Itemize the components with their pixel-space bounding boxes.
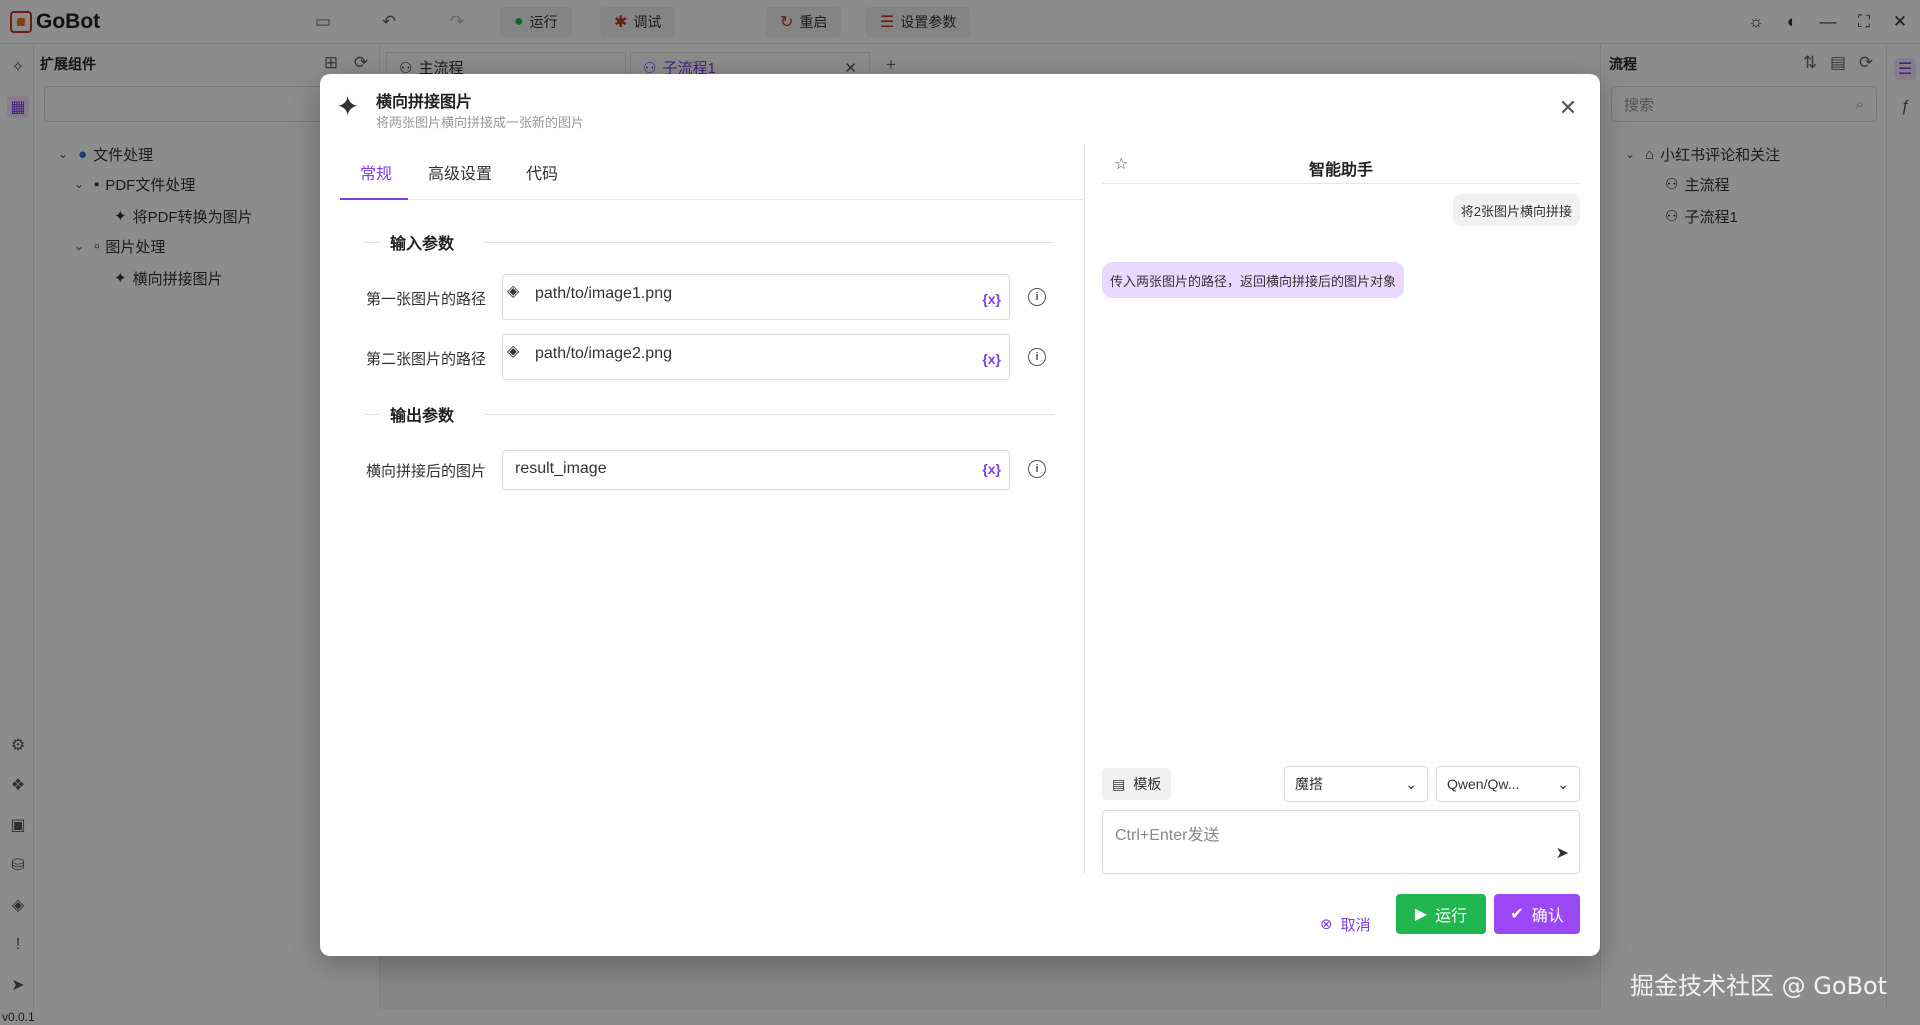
tab-general[interactable]: 常规 [360, 160, 392, 184]
close-icon[interactable]: ✕ [1556, 95, 1580, 120]
template-button[interactable]: ▤ 模板 [1102, 768, 1172, 800]
field-label-image2: 第二张图片的路径 [366, 351, 487, 368]
smart-assistant-panel: ☆ 智能助手 将2张图片横向拼接 传入两张图片的路径，返回横向拼接后的图片对象 … [1102, 144, 1580, 874]
image1-path-input[interactable]: ◈ path/to/image1.png {x} [502, 274, 1010, 320]
variable-button[interactable]: {x} [982, 291, 1001, 307]
variable-button[interactable]: {x} [982, 351, 1001, 367]
active-tab-indicator [340, 198, 408, 200]
input-params-section: 输入参数 [364, 230, 1054, 254]
assistant-message: 传入两张图片的路径，返回横向拼接后的图片对象 [1102, 262, 1405, 298]
provider-value: 魔搭 [1295, 776, 1323, 792]
chevron-down-icon: ⌄ [1405, 775, 1417, 792]
dialog-tabs: 常规 高级设置 代码 [340, 144, 1084, 200]
confirm-button[interactable]: ✔ 确认 [1494, 894, 1580, 934]
template-icon: ▤ [1112, 775, 1126, 792]
vertical-divider [1084, 144, 1085, 874]
field-value: path/to/image1.png [535, 285, 672, 302]
component-config-dialog: ✦ 横向拼接图片 将两张图片横向拼接成一张新的图片 ✕ 常规 高级设置 代码 输… [320, 74, 1600, 956]
dialog-title: 横向拼接图片 [376, 94, 473, 111]
run-label: 运行 [1435, 908, 1468, 925]
chevron-down-icon: ⌄ [1557, 775, 1569, 792]
play-icon: ▶ [1414, 906, 1428, 923]
output-params-section: 输出参数 [364, 402, 1054, 426]
section-title: 输出参数 [390, 408, 455, 425]
cancel-button[interactable]: ⊗ 取消 [1320, 904, 1371, 944]
image2-path-input[interactable]: ◈ path/to/image2.png {x} [502, 334, 1010, 380]
watermark: 掘金技术社区 @ GoBot [1630, 972, 1888, 1000]
field-label-image1: 第一张图片的路径 [366, 291, 487, 308]
divider [364, 242, 380, 243]
divider [484, 414, 1054, 415]
dialog-run-button[interactable]: ▶ 运行 [1396, 894, 1486, 934]
tab-advanced[interactable]: 高级设置 [428, 160, 492, 184]
confirm-label: 确认 [1531, 908, 1564, 925]
assistant-header: ☆ 智能助手 [1102, 144, 1580, 184]
chat-input[interactable]: Ctrl+Enter发送 ➤ [1102, 810, 1580, 874]
assistant-title: 智能助手 [1308, 162, 1373, 179]
info-icon[interactable]: i [1028, 460, 1046, 478]
field-label-output: 横向拼接后的图片 [366, 463, 487, 480]
check-icon: ✔ [1510, 906, 1524, 923]
chat-placeholder: Ctrl+Enter发送 [1115, 827, 1220, 844]
python-icon: ◈ [507, 283, 520, 300]
dialog-subtitle: 将两张图片横向拼接成一张新的图片 [376, 115, 585, 130]
model-value: Qwen/Qw... [1447, 776, 1520, 792]
user-message: 将2张图片横向拼接 [1452, 194, 1580, 226]
field-value: result_image [515, 460, 607, 477]
divider [364, 414, 380, 415]
cancel-label: 取消 [1340, 916, 1371, 934]
output-variable-input[interactable]: result_image {x} [502, 450, 1010, 490]
section-title: 输入参数 [390, 236, 455, 253]
model-select[interactable]: Qwen/Qw... ⌄ [1436, 766, 1580, 802]
info-icon[interactable]: i [1028, 288, 1046, 306]
tab-code[interactable]: 代码 [526, 160, 558, 184]
field-value: path/to/image2.png [535, 345, 672, 362]
sparkle-icon: ✦ [336, 91, 360, 122]
send-icon[interactable]: ➤ [1556, 843, 1569, 863]
variable-button[interactable]: {x} [982, 461, 1001, 477]
provider-select[interactable]: 魔搭 ⌄ [1284, 766, 1428, 802]
template-label: 模板 [1133, 776, 1162, 792]
divider [484, 242, 1054, 243]
python-icon: ◈ [507, 343, 520, 360]
info-icon[interactable]: i [1028, 348, 1046, 366]
cancel-circle-icon: ⊗ [1320, 916, 1333, 933]
